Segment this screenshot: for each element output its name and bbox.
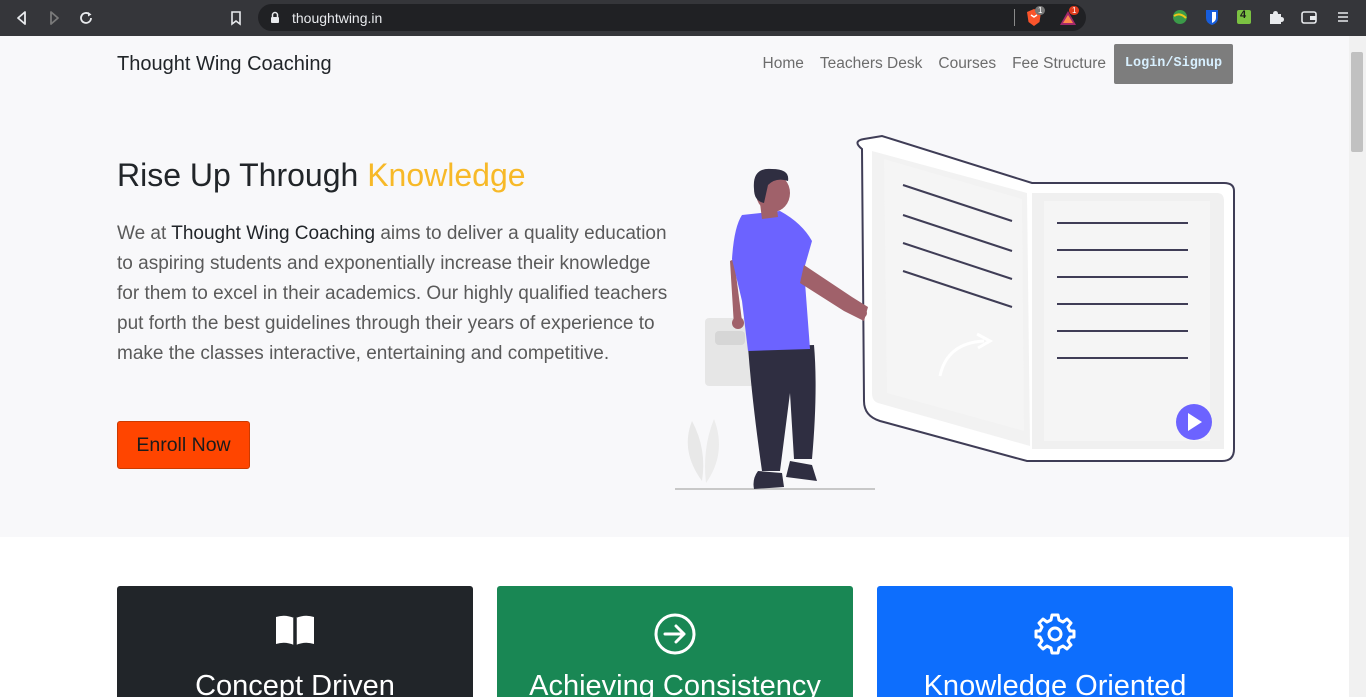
scrollbar-thumb[interactable] [1351,52,1363,152]
back-button[interactable] [10,6,34,30]
hero-section: Thought Wing Coaching Home Teachers Desk… [0,36,1349,537]
hero-headline: Rise Up Through Knowledge [117,157,526,194]
brave-rewards-icon[interactable]: 1 [1058,6,1080,33]
feature-card-knowledge-oriented: Knowledge Oriented [877,586,1233,697]
puzzle-icon[interactable] [1266,7,1286,27]
feature-card-achieving-consistency: Achieving Consistency [497,586,853,697]
reload-button[interactable] [74,6,98,30]
extension-globe-icon[interactable] [1170,7,1190,27]
extension-badge-icon[interactable]: 4 [1234,7,1254,27]
hero-illustration [675,134,1235,490]
nav-fee-structure[interactable]: Fee Structure [1012,55,1106,73]
browser-toolbar: thoughtwing.in 1 1 4 [0,0,1366,36]
arrow-circle-right-icon [497,612,853,656]
bitwarden-icon[interactable] [1202,7,1222,27]
reload-icon [80,12,92,24]
forward-button[interactable] [42,6,66,30]
nav-teachers-desk[interactable]: Teachers Desk [820,55,923,73]
description-prefix: We at [117,223,172,244]
lock-icon [270,11,280,29]
url-divider [1014,9,1015,26]
wallet-icon[interactable] [1299,7,1319,27]
feature-title: Concept Driven [195,670,395,697]
address-bar[interactable]: thoughtwing.in 1 1 [258,4,1086,31]
bookmark-button[interactable] [224,6,248,30]
description-body: aims to deliver a quality education to a… [117,223,668,364]
book-icon [117,612,473,648]
feature-title: Achieving Consistency [529,670,821,697]
gear-icon [877,612,1233,656]
extension-count: 4 [1240,9,1247,21]
headline-main: Rise Up Through [117,157,368,193]
nav-courses[interactable]: Courses [938,55,996,73]
web-page: Thought Wing Coaching Home Teachers Desk… [0,36,1349,697]
back-icon [17,11,26,25]
menu-icon[interactable] [1333,7,1353,27]
feature-cards: Concept Driven Achieving Consistency Kno… [117,586,1233,697]
enroll-now-button[interactable]: Enroll Now [117,421,250,469]
hero-description: We at Thought Wing Coaching aims to deli… [117,219,677,369]
forward-icon [50,11,59,25]
main-nav: Home Teachers Desk Courses Fee Structure… [747,44,1233,84]
login-signup-button[interactable]: Login/Signup [1114,44,1233,84]
brave-shields-icon[interactable]: 1 [1024,6,1046,33]
bookmark-icon [231,11,241,26]
url-text: thoughtwing.in [292,10,383,26]
headline-accent: Knowledge [367,157,526,193]
feature-title: Knowledge Oriented [923,670,1187,697]
feature-card-concept-driven: Concept Driven [117,586,473,697]
nav-home[interactable]: Home [763,55,804,73]
description-brand: Thought Wing Coaching [171,223,376,244]
site-brand[interactable]: Thought Wing Coaching [117,53,332,76]
